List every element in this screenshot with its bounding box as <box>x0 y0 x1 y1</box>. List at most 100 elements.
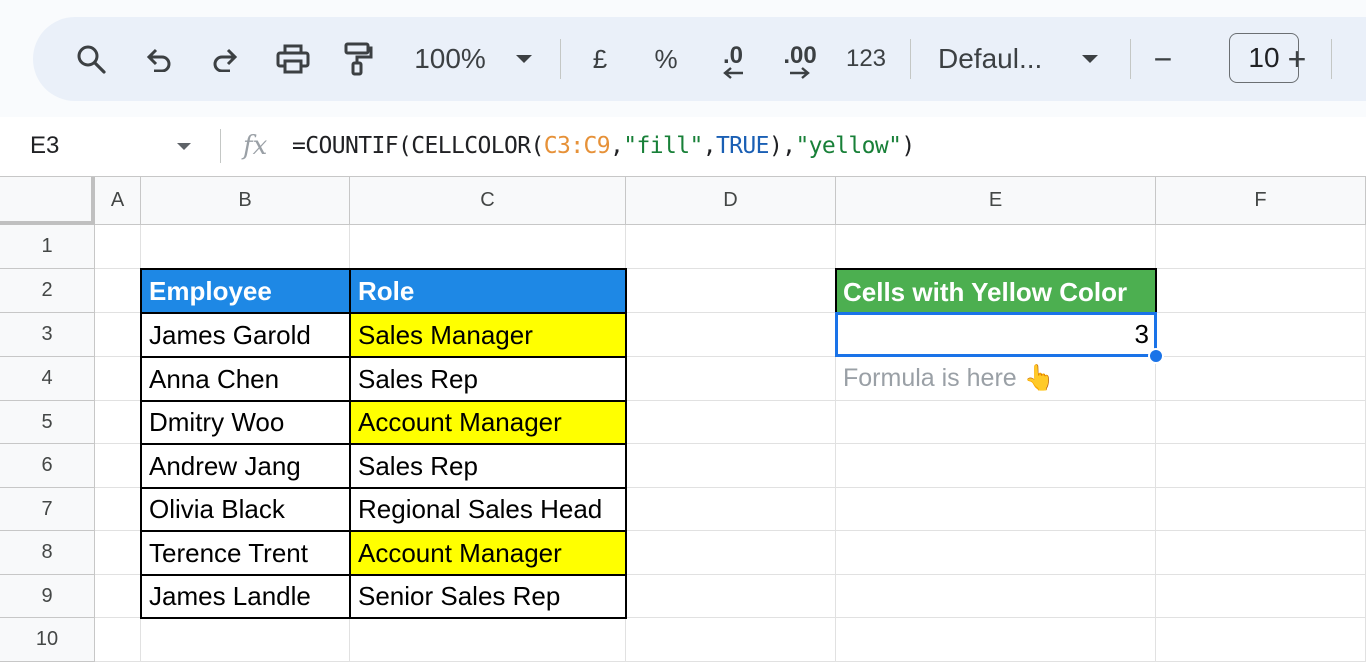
cell-e8[interactable] <box>836 531 1156 575</box>
redo-button[interactable] <box>205 17 245 101</box>
zoom-dropdown[interactable] <box>511 17 537 101</box>
cell-d3[interactable] <box>626 313 836 357</box>
table-cell-employee[interactable]: James Garold <box>140 314 351 358</box>
table-cell-role[interactable]: Account Manager <box>351 402 627 445</box>
table-cell-employee[interactable]: Olivia Black <box>140 489 351 532</box>
cell-d9[interactable] <box>626 575 836 618</box>
column-header-b[interactable]: B <box>141 177 350 225</box>
cell-e6[interactable] <box>836 444 1156 488</box>
cell-f2[interactable] <box>1156 269 1366 313</box>
row-header-9[interactable]: 9 <box>0 575 95 618</box>
paint-format-icon <box>344 42 373 76</box>
cell-d6[interactable] <box>626 444 836 488</box>
cell-a4[interactable] <box>95 357 141 401</box>
row-header-7[interactable]: 7 <box>0 488 95 531</box>
name-box[interactable]: E3 <box>30 117 59 175</box>
cell-a8[interactable] <box>95 531 141 575</box>
cell-d8[interactable] <box>626 531 836 575</box>
font-dropdown[interactable] <box>1077 17 1103 101</box>
cell-a9[interactable] <box>95 575 141 618</box>
increase-decimal-button[interactable]: .00 <box>775 17 825 101</box>
table-header-employee[interactable]: Employee <box>140 268 351 314</box>
print-button[interactable] <box>272 17 314 101</box>
font-select[interactable]: Defaul... <box>938 17 1058 101</box>
table-cell-role[interactable]: Regional Sales Head <box>351 489 627 532</box>
formula-note[interactable]: Formula is here 👆 <box>836 357 1156 401</box>
row-header-2[interactable]: 2 <box>0 269 95 313</box>
undo-button[interactable] <box>139 17 179 101</box>
column-header-d[interactable]: D <box>626 177 836 225</box>
format-percent-button[interactable]: % <box>648 17 684 101</box>
increase-font-size-button[interactable]: + <box>1282 17 1312 101</box>
zoom-select[interactable]: 100% <box>405 17 495 101</box>
table-cell-role[interactable]: Sales Manager <box>351 314 627 358</box>
column-header-f[interactable]: F <box>1156 177 1366 225</box>
column-header-c[interactable]: C <box>350 177 626 225</box>
cell-f8[interactable] <box>1156 531 1366 575</box>
cell-e5[interactable] <box>836 401 1156 444</box>
format-currency-button[interactable]: £ <box>585 17 615 101</box>
cell-f6[interactable] <box>1156 444 1366 488</box>
cell-f1[interactable] <box>1156 225 1366 269</box>
cell-f7[interactable] <box>1156 488 1366 531</box>
table-cell-employee[interactable]: Dmitry Woo <box>140 402 351 445</box>
font-name: Defaul... <box>938 43 1043 74</box>
cell-f4[interactable] <box>1156 357 1366 401</box>
cell-d7[interactable] <box>626 488 836 531</box>
select-all-corner[interactable] <box>0 177 95 225</box>
paint-format-button[interactable] <box>338 17 378 101</box>
summary-header[interactable]: Cells with Yellow Color <box>835 268 1157 314</box>
table-cell-role[interactable]: Sales Rep <box>351 358 627 402</box>
row-header-3[interactable]: 3 <box>0 313 95 357</box>
cell-b1[interactable] <box>141 225 350 269</box>
cell-f10[interactable] <box>1156 618 1366 662</box>
row-header-5[interactable]: 5 <box>0 401 95 444</box>
table-cell-role[interactable]: Sales Rep <box>351 445 627 489</box>
column-header-e[interactable]: E <box>836 177 1156 225</box>
cell-c1[interactable] <box>350 225 626 269</box>
table-header-role[interactable]: Role <box>351 268 627 314</box>
search-menus-button[interactable] <box>71 17 111 101</box>
summary-result-cell[interactable]: 3 <box>836 313 1156 357</box>
table-cell-role[interactable]: Senior Sales Rep <box>351 576 627 619</box>
cell-e1[interactable] <box>836 225 1156 269</box>
more-formats-button[interactable]: 123 <box>843 17 889 101</box>
cell-c10[interactable] <box>350 618 626 662</box>
fill-handle[interactable] <box>1148 348 1164 364</box>
cell-e10[interactable] <box>836 618 1156 662</box>
decrease-decimal-button[interactable]: .0 <box>711 17 755 101</box>
table-cell-role[interactable]: Account Manager <box>351 532 627 576</box>
cell-f9[interactable] <box>1156 575 1366 618</box>
row-header-8[interactable]: 8 <box>0 531 95 575</box>
formula-input[interactable]: =COUNTIF(CELLCOLOR(C3:C9,"fill",TRUE),"y… <box>292 117 915 175</box>
cell-e9[interactable] <box>836 575 1156 618</box>
row-header-1[interactable]: 1 <box>0 225 95 269</box>
table-cell-employee[interactable]: Andrew Jang <box>140 445 351 489</box>
cell-e7[interactable] <box>836 488 1156 531</box>
toolbar-divider <box>910 39 911 79</box>
cell-a5[interactable] <box>95 401 141 444</box>
cell-b10[interactable] <box>141 618 350 662</box>
table-cell-employee[interactable]: James Landle <box>140 576 351 619</box>
cell-d2[interactable] <box>626 269 836 313</box>
row-header-10[interactable]: 10 <box>0 618 95 662</box>
cell-f5[interactable] <box>1156 401 1366 444</box>
cell-a1[interactable] <box>95 225 141 269</box>
cell-a3[interactable] <box>95 313 141 357</box>
cell-d5[interactable] <box>626 401 836 444</box>
cell-d10[interactable] <box>626 618 836 662</box>
cell-f3[interactable] <box>1156 313 1366 357</box>
row-header-4[interactable]: 4 <box>0 357 95 401</box>
decrease-font-size-button[interactable]: − <box>1148 17 1178 101</box>
cell-a7[interactable] <box>95 488 141 531</box>
cell-a10[interactable] <box>95 618 141 662</box>
table-cell-employee[interactable]: Anna Chen <box>140 358 351 402</box>
cell-d4[interactable] <box>626 357 836 401</box>
cell-a6[interactable] <box>95 444 141 488</box>
column-header-a[interactable]: A <box>95 177 141 225</box>
cell-a2[interactable] <box>95 269 141 313</box>
name-box-dropdown[interactable] <box>176 117 192 175</box>
table-cell-employee[interactable]: Terence Trent <box>140 532 351 576</box>
row-header-6[interactable]: 6 <box>0 444 95 488</box>
cell-d1[interactable] <box>626 225 836 269</box>
